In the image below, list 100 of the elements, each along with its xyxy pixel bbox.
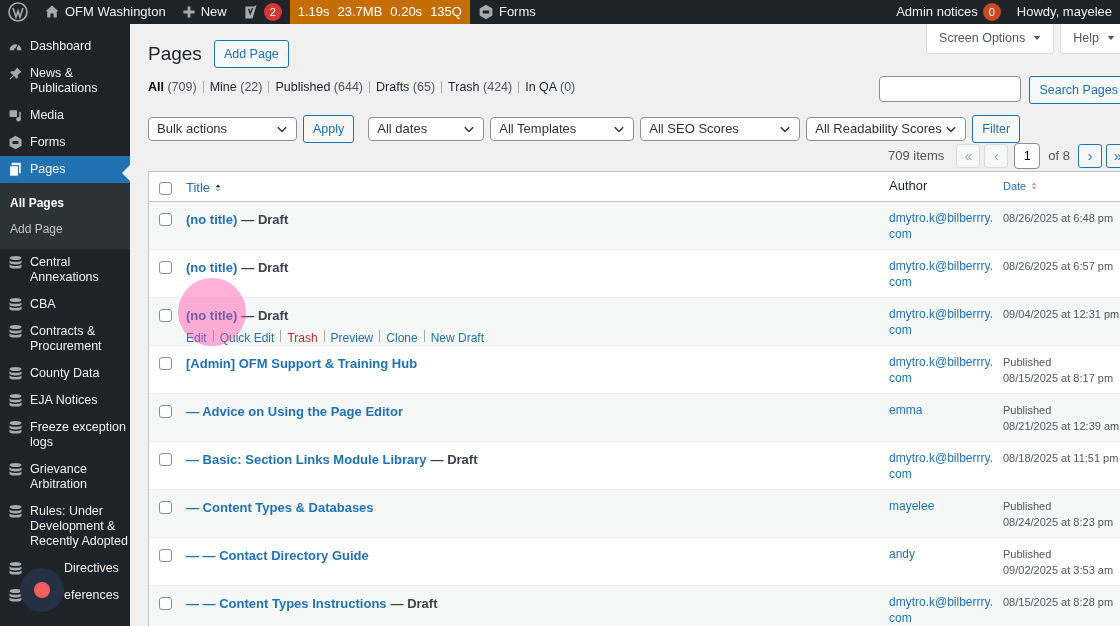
dropdown[interactable]: All SEO Scores [640,117,801,141]
performance-stat: 0.20s [390,3,423,22]
pages-icon [8,162,23,177]
sidebar-item[interactable]: Grievance Arbitration [0,456,130,498]
submenu-item[interactable]: All Pages [0,190,130,216]
author-link[interactable]: andy [889,546,997,562]
sidebar-item[interactable]: CBA [0,291,130,318]
sidebar-item[interactable]: EJA Notices [0,387,130,414]
search-field[interactable] [879,76,1022,102]
view-filter-link[interactable]: Trash (424) [448,77,513,97]
row-checkbox[interactable] [159,453,172,466]
database-icon [8,324,23,339]
row-checkbox[interactable] [159,309,172,322]
submenu-item[interactable]: Add Page [0,216,130,242]
item-count: 709 items [887,147,945,166]
row-checkbox[interactable] [159,501,172,514]
select-all-checkbox[interactable] [159,182,172,195]
row-action-link[interactable]: Edit [186,330,207,345]
page-title-link[interactable]: — Content Types & Databases [186,500,374,515]
sidebar-item[interactable]: Directives [0,555,130,582]
database-icon [8,462,23,477]
performance-bar[interactable]: 1.19s 23.7MB 0.20s 135Q [289,0,470,24]
filter-button[interactable]: Filter [972,115,1021,143]
count-badge: 2 [263,3,282,21]
dropdown-tab[interactable]: Screen Options [926,24,1055,54]
row-checkbox[interactable] [159,357,172,370]
dropdown[interactable]: All dates [368,117,485,141]
account-link[interactable]: Howdy, mayelee [1008,0,1120,24]
database-icon [8,393,23,408]
author-link[interactable]: dmytro.k@bilberrry.com [889,210,997,242]
author-link[interactable]: dmytro.k@bilberrry.com [889,354,997,386]
new-link[interactable]: New [173,0,235,24]
record-icon [34,582,50,598]
view-filter-link[interactable]: All (709) [148,77,197,97]
author-link[interactable]: mayelee [889,498,997,514]
sidebar-item[interactable]: eferences [0,582,130,609]
page-title: Pages [148,42,202,66]
post-date: 08/15/2025 at 8:17 pm [1003,371,1115,386]
view-filter-link[interactable]: Drafts (65) [376,77,436,97]
forms-link[interactable]: Forms [469,0,544,24]
row-action-link[interactable]: Preview [330,330,374,345]
page-number-field[interactable]: 1 [1014,143,1041,169]
site-link[interactable]: OFM Washington [36,0,174,24]
sidebar-item[interactable]: Freeze exception logs [0,414,130,456]
pushpin-icon [8,66,23,81]
sidebar-item[interactable]: Dashboard [0,33,130,60]
page-title-link[interactable]: (no title) [186,260,238,275]
column-header[interactable]: Title [186,178,223,198]
author-link[interactable]: emma [889,402,997,418]
wordpress-logo-icon[interactable] [8,2,28,22]
dropdown[interactable]: Bulk actions [148,117,297,141]
sidebar-item[interactable]: Contracts & Procurement [0,318,130,360]
sidebar-item[interactable]: Rules: Under Development & Recently Adopted [0,498,130,555]
row-action-link[interactable]: Quick Edit [219,330,275,345]
post-date: 08/21/2025 at 12:39 am [1003,419,1120,434]
page-title-link[interactable]: (no title) [186,212,238,227]
pagination-button[interactable]: › [1078,144,1102,168]
post-status: Published [1003,547,1053,562]
page-title-link[interactable]: [Admin] OFM Support & Training Hub [186,356,418,371]
view-filter-link[interactable]: In QA (0) [525,77,576,97]
admin-notices-link[interactable]: Admin notices [896,2,978,22]
sidebar-item[interactable]: Pages [0,156,130,183]
row-action-link[interactable]: Clone [386,330,418,345]
sidebar-item[interactable]: Central Annexations [0,249,130,291]
author-link[interactable]: dmytro.k@bilberrry.com [889,306,997,338]
view-filter-link[interactable]: Mine (22) [209,77,263,97]
dropdown[interactable]: All Readability Scores [806,117,967,141]
author-link[interactable]: dmytro.k@bilberrry.com [889,258,997,290]
add-page-button[interactable]: Add Page [213,40,289,68]
sidebar-item[interactable]: County Data [0,360,130,387]
row-checkbox[interactable] [159,261,172,274]
sidebar-item[interactable]: Media [0,102,130,129]
column-header[interactable]: Date [1003,178,1039,194]
dropdown[interactable]: All Templates [490,117,635,141]
media-icon [8,108,23,123]
form-icon [477,4,494,20]
search-button[interactable]: Search Pages [1029,76,1120,104]
row-action-link[interactable]: New Draft [430,330,484,345]
page-title-link[interactable]: — — Content Types Instructions [186,596,387,611]
row-checkbox[interactable] [159,549,172,562]
page-title-link[interactable]: — — Contact Directory Guide [186,548,369,563]
row-checkbox[interactable] [159,405,172,418]
performance-stat: 23.7MB [337,3,383,22]
dropdown-tab[interactable]: Help [1060,24,1120,54]
seo-logo-icon[interactable] [242,3,259,21]
sidebar-item[interactable]: Forms [0,129,130,156]
page-title-link[interactable]: — Basic: Section Links Module Library [186,452,427,467]
author-link[interactable]: dmytro.k@bilberrry.com [889,594,997,626]
view-filter-link[interactable]: Published (644) [275,77,363,97]
apply-button[interactable]: Apply [303,115,355,143]
row-checkbox[interactable] [159,597,172,610]
post-date: 09/04/2025 at 12:31 pm [1003,307,1120,322]
page-title-link[interactable]: (no title) [186,308,238,323]
row-checkbox[interactable] [159,213,172,226]
row-action-link[interactable]: Trash [287,330,318,345]
author-link[interactable]: dmytro.k@bilberrry.com [889,450,997,482]
post-status: Published [1003,499,1053,514]
sidebar-item[interactable]: News & Publications [0,60,130,102]
database-icon [8,561,23,576]
page-title-link[interactable]: — Advice on Using the Page Editor [186,404,403,419]
